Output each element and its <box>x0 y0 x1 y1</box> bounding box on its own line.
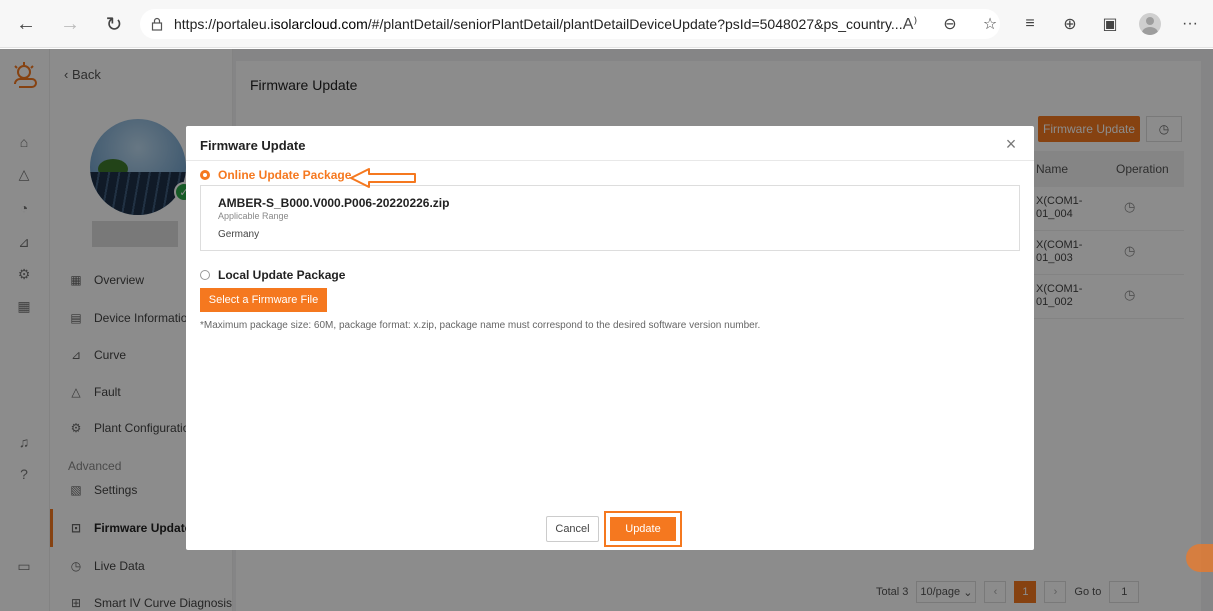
back-arrow-icon[interactable]: ← <box>8 6 44 42</box>
package-file-name: AMBER-S_B000.V000.P006-20220226.zip <box>218 196 450 210</box>
divider <box>186 160 1034 161</box>
zoom-icon[interactable]: ⊖ <box>935 6 965 42</box>
forward-arrow-icon[interactable]: → <box>52 6 88 42</box>
collections-icon[interactable]: ⊕ <box>1055 6 1085 42</box>
update-highlight-box: Update <box>604 511 682 547</box>
read-aloud-icon[interactable]: A⁾ <box>895 6 925 42</box>
firmware-update-dialog: Firmware Update × Online Update Package … <box>186 126 1034 550</box>
cancel-button[interactable]: Cancel <box>546 516 599 542</box>
local-update-label: Local Update Package <box>218 268 346 282</box>
local-update-radio[interactable]: Local Update Package <box>200 268 345 282</box>
close-icon[interactable]: × <box>1002 134 1020 154</box>
chat-tab[interactable] <box>1186 544 1213 572</box>
online-update-label: Online Update Package <box>218 168 352 182</box>
lock-icon <box>150 17 164 31</box>
url-prefix: https://portaleu. <box>174 16 271 32</box>
left-arrow-annotation-icon <box>350 168 416 188</box>
radio-checked-icon <box>200 170 210 180</box>
profile-avatar[interactable] <box>1135 6 1165 42</box>
url-path: /#/plantDetail/seniorPlantDetail/plantDe… <box>367 16 903 32</box>
online-update-radio[interactable]: Online Update Package <box>200 168 351 182</box>
favorite-icon[interactable]: ☆ <box>975 6 1005 42</box>
update-button[interactable]: Update <box>610 517 676 541</box>
package-card[interactable]: AMBER-S_B000.V000.P006-20220226.zip Appl… <box>200 185 1020 251</box>
extensions-icon[interactable]: ▣ <box>1095 6 1125 42</box>
more-menu-icon[interactable]: ··· <box>1175 6 1205 42</box>
package-country: Germany <box>218 229 260 240</box>
browser-right-icons: A⁾ ⊖ ☆ ≡ ⊕ ▣ ··· <box>895 6 1213 42</box>
select-firmware-file-button[interactable]: Select a Firmware File <box>200 288 327 312</box>
favorites-list-icon[interactable]: ≡ <box>1015 6 1045 42</box>
browser-toolbar: ← → ↻ https://portaleu.isolarcloud.com/#… <box>0 0 1213 48</box>
url-text: https://portaleu.isolarcloud.com/#/plant… <box>174 16 990 32</box>
applicable-range-label: Applicable Range <box>218 211 289 221</box>
radio-unchecked-icon <box>200 270 210 280</box>
package-hint: *Maximum package size: 60M, package form… <box>200 320 761 331</box>
url-domain: isolarcloud.com <box>270 16 368 32</box>
address-bar[interactable]: https://portaleu.isolarcloud.com/#/plant… <box>140 9 1000 39</box>
dialog-title: Firmware Update <box>200 138 306 153</box>
refresh-icon[interactable]: ↻ <box>96 6 132 42</box>
